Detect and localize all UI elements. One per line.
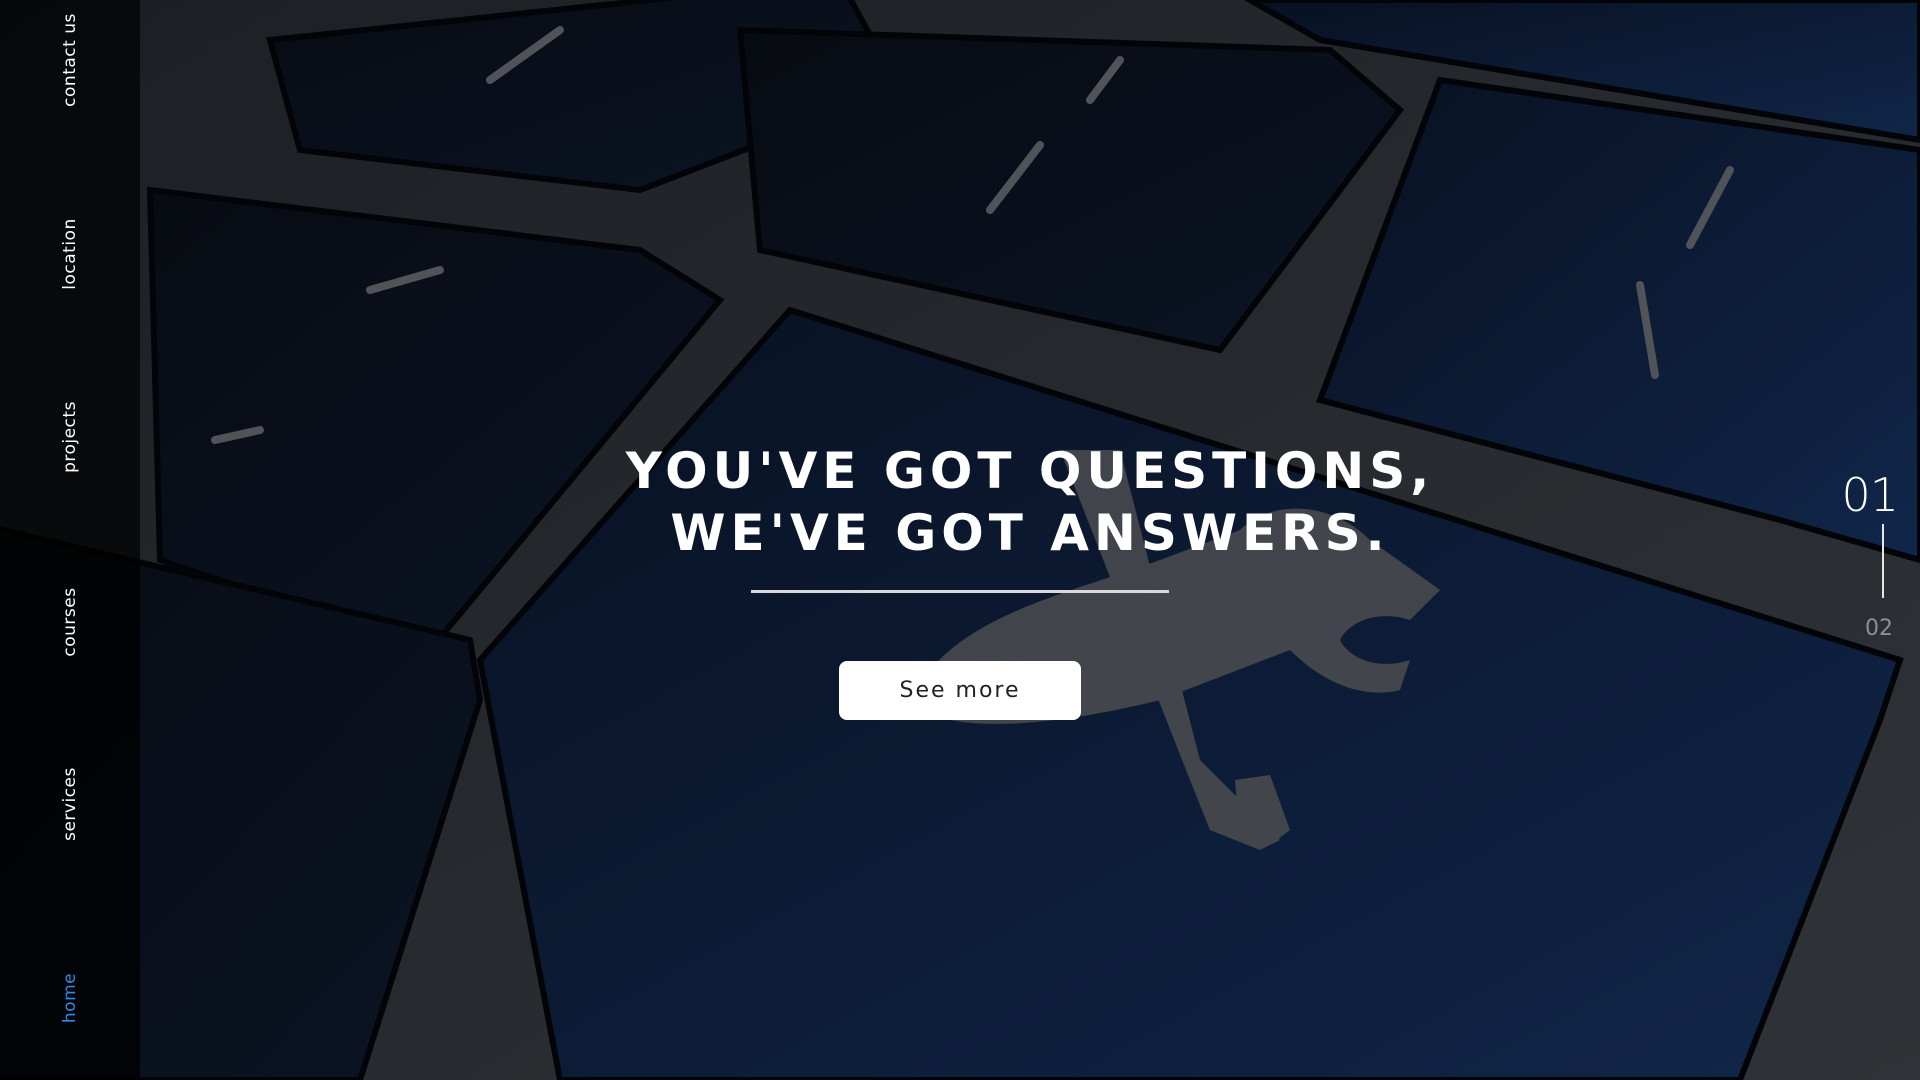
pager-divider-line bbox=[1882, 524, 1884, 598]
nav-item-home[interactable]: home bbox=[60, 973, 80, 1023]
hero-headline-line-2: WE'VE GOT ANSWERS. bbox=[670, 504, 1390, 562]
nav-item-contact-us[interactable]: contact us bbox=[60, 13, 80, 107]
sidebar-nav: contact us location projects courses ser… bbox=[0, 0, 140, 1080]
hero-headline: YOU'VE GOT QUESTIONS, WE'VE GOT ANSWERS. bbox=[530, 440, 1530, 564]
nav-item-location[interactable]: location bbox=[60, 218, 80, 289]
hero-section: YOU'VE GOT QUESTIONS, WE'VE GOT ANSWERS.… bbox=[140, 0, 1920, 1080]
nav-item-courses[interactable]: courses bbox=[60, 587, 80, 656]
headline-divider bbox=[751, 590, 1169, 593]
slide-pager: 01 02 bbox=[1800, 0, 1920, 1080]
hero-headline-line-1: YOU'VE GOT QUESTIONS, bbox=[625, 442, 1435, 500]
nav-item-projects[interactable]: projects bbox=[60, 401, 80, 473]
pager-current-slide[interactable]: 01 bbox=[1841, 468, 1899, 522]
see-more-button[interactable]: See more bbox=[839, 661, 1081, 720]
nav-item-services[interactable]: services bbox=[60, 767, 80, 841]
pager-next-slide[interactable]: 02 bbox=[1865, 616, 1893, 641]
